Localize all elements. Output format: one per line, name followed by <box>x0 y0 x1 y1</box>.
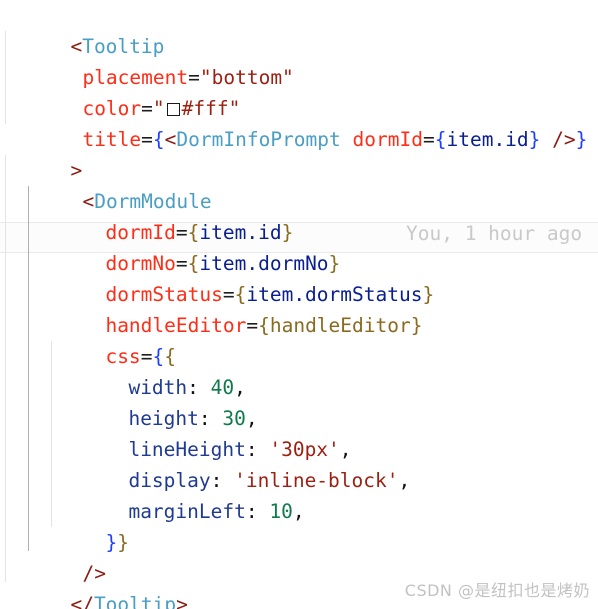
code-line-5[interactable]: > <box>0 124 598 182</box>
code-line-12[interactable]: width: 40, <box>0 341 598 399</box>
code-line-9[interactable]: dormStatus={item.dormStatus} <box>0 248 598 306</box>
code-line-4[interactable]: title={<DormInfoPrompt dormId={item.id} … <box>0 93 598 151</box>
tag-close-bracket: > <box>176 593 188 609</box>
code-lines: <Tooltip placement="bottom" color=" #fff"… <box>0 0 598 609</box>
code-line-11[interactable]: css={{ <box>0 310 598 368</box>
code-line-15[interactable]: display: 'inline-block', <box>0 434 598 492</box>
code-line-13[interactable]: height: 30, <box>0 372 598 430</box>
code-line-16[interactable]: marginLeft: 10, <box>0 465 598 523</box>
code-line-6[interactable]: <DormModule <box>0 155 598 213</box>
tag-close-open-bracket: </ <box>70 593 94 609</box>
code-line-1[interactable]: <Tooltip <box>0 0 598 58</box>
csdn-watermark: CSDN @是纽扣也是烤奶 <box>404 581 590 600</box>
git-blame-annotation: You, 1 hour ago <box>406 222 583 245</box>
code-line-10[interactable]: handleEditor={handleEditor} <box>0 279 598 337</box>
code-line-2[interactable]: placement="bottom" <box>0 31 598 89</box>
code-editor-surface[interactable]: You, 1 hour ago <Tooltip placement="bott… <box>0 0 598 609</box>
code-line-17[interactable]: }} <box>0 496 598 554</box>
code-line-14[interactable]: lineHeight: '30px', <box>0 403 598 461</box>
code-line-18[interactable]: /> <box>0 527 598 585</box>
code-line-3[interactable]: color=" #fff" <box>0 62 598 120</box>
tag-name-tooltip: Tooltip <box>93 593 177 609</box>
code-line-7[interactable]: dormId={item.id} <box>0 186 598 244</box>
